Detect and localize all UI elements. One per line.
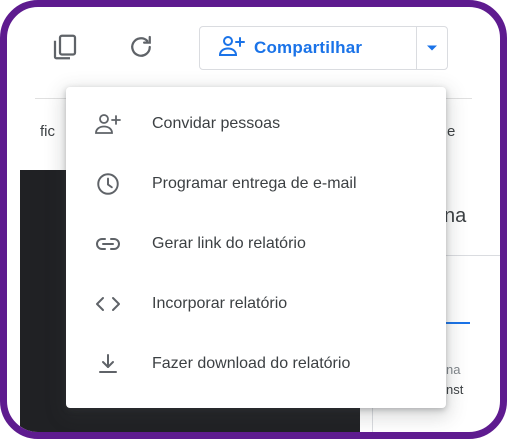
menu-item-label: Programar entrega de e-mail xyxy=(152,175,357,192)
link-icon xyxy=(88,224,128,264)
person-add-icon xyxy=(218,34,246,63)
caret-down-icon xyxy=(426,39,438,57)
share-dropdown-menu: Convidar pessoas Programar entrega de e-… xyxy=(66,87,446,408)
background-text-fragment: na xyxy=(446,362,461,377)
clock-icon xyxy=(88,164,128,204)
menu-item-invite-people[interactable]: Convidar pessoas xyxy=(66,95,446,153)
menu-item-get-report-link[interactable]: Gerar link do relatório xyxy=(66,215,446,273)
share-options-toggle[interactable] xyxy=(416,26,448,70)
menu-item-embed-report[interactable]: Incorporar relatório xyxy=(66,275,446,333)
menu-item-label: Gerar link do relatório xyxy=(152,235,306,252)
menu-item-label: Fazer download do relatório xyxy=(152,355,351,372)
background-text-fragment: na xyxy=(444,205,467,227)
menu-item-download-report[interactable]: Fazer download do relatório xyxy=(66,335,446,393)
report-editor: fic e na na nst Compartilhar Convidar pe… xyxy=(7,7,500,432)
menu-item-label: Incorporar relatório xyxy=(152,295,288,312)
menu-item-label: Convidar pessoas xyxy=(152,115,281,132)
refresh-icon[interactable] xyxy=(124,30,158,64)
background-text-fragment: nst xyxy=(446,382,464,397)
download-icon xyxy=(88,344,128,384)
screenshot-frame: fic e na na nst Compartilhar Convidar pe… xyxy=(0,0,507,439)
code-icon xyxy=(88,284,128,324)
person-add-icon xyxy=(88,104,128,144)
background-text-fragment: fic xyxy=(40,123,55,140)
menu-item-schedule-email[interactable]: Programar entrega de e-mail xyxy=(66,155,446,213)
share-button[interactable]: Compartilhar xyxy=(199,26,417,70)
background-text-fragment: e xyxy=(447,123,456,140)
share-button-label: Compartilhar xyxy=(254,38,363,57)
copy-icon[interactable] xyxy=(48,30,82,64)
